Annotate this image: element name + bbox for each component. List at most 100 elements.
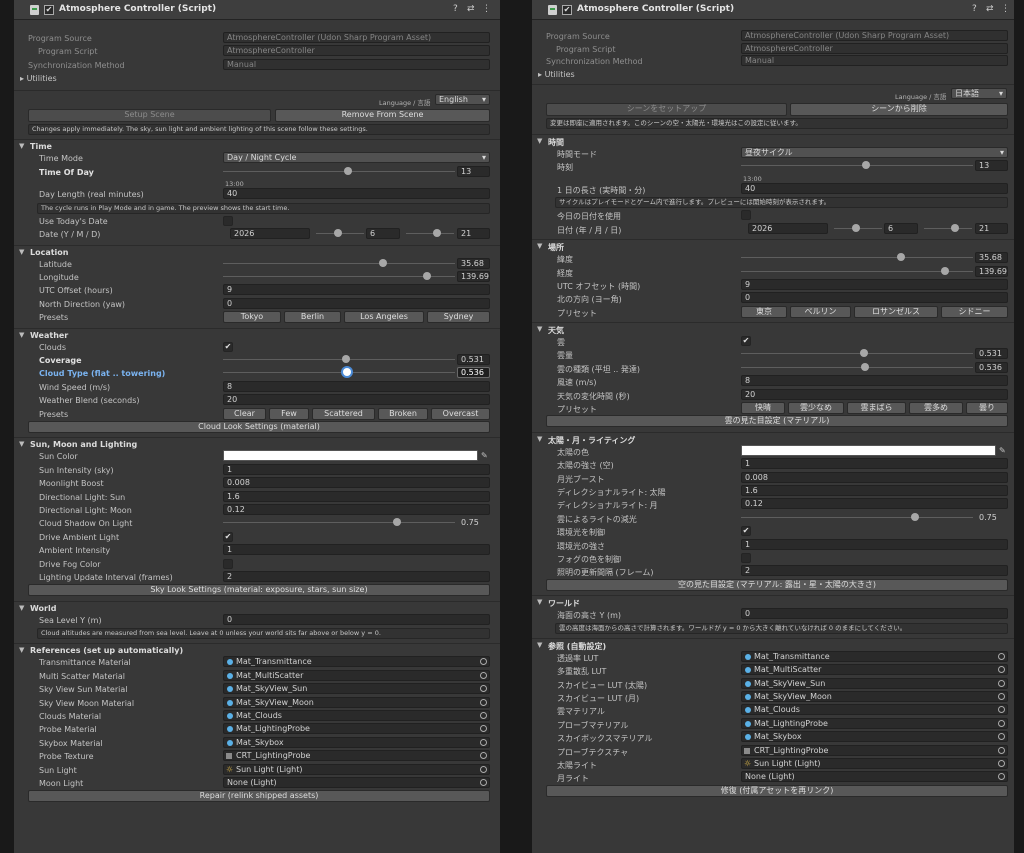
cloud-type-value[interactable]: 0.536 xyxy=(975,361,1008,373)
sky-look-settings-button[interactable]: 空の見た目設定 (マテリアル: 露出・星・太陽の大きさ) xyxy=(546,578,1008,591)
sun-light-field[interactable]: ☼ Sun Light (Light) xyxy=(741,758,1008,770)
day-slider[interactable] xyxy=(406,228,454,239)
update-interval-field[interactable]: 2 xyxy=(223,570,490,582)
probe-texture-field[interactable]: CRT_LightingProbe xyxy=(223,750,490,762)
location-section-header[interactable]: ▼ 場所 xyxy=(532,239,1014,252)
time-of-day-value[interactable]: 13 xyxy=(457,165,490,177)
day-slider[interactable] xyxy=(924,223,972,234)
help-icon[interactable]: ? xyxy=(972,4,977,14)
multiscatter-material-field[interactable]: Mat_MultiScatter xyxy=(223,669,490,681)
preset-broken-button[interactable]: Broken xyxy=(378,407,428,420)
preset-broken-button[interactable]: 雲多め xyxy=(909,402,963,415)
transmittance-material-field[interactable]: Mat_Transmittance xyxy=(223,656,490,668)
sun-color-swatch[interactable] xyxy=(741,444,996,456)
remove-from-scene-button[interactable]: シーンから削除 xyxy=(790,103,1008,117)
help-icon[interactable]: ? xyxy=(453,4,458,14)
object-picker-icon[interactable] xyxy=(998,733,1005,741)
object-picker-icon[interactable] xyxy=(998,719,1005,727)
time-mode-dropdown[interactable]: Day / Night Cycle xyxy=(223,152,490,164)
drive-ambient-checkbox[interactable]: ✔ xyxy=(223,531,233,542)
repair-button[interactable]: 修復 (付属アセットを再リンク) xyxy=(546,784,1008,797)
object-picker-icon[interactable] xyxy=(998,706,1005,714)
preset-tokyo-button[interactable]: Tokyo xyxy=(223,311,281,324)
coverage-slider[interactable] xyxy=(223,354,455,365)
latitude-value[interactable]: 35.68 xyxy=(457,257,490,269)
utilities-foldout[interactable]: ▸ Utilities xyxy=(20,74,57,83)
language-dropdown[interactable]: 日本語 xyxy=(951,88,1007,99)
north-direction-field[interactable]: 0 xyxy=(223,297,490,309)
preset-clear-button[interactable]: Clear xyxy=(223,407,266,420)
utilities-foldout[interactable]: ▸ Utilities xyxy=(538,70,575,79)
moon-light-field[interactable]: None (Light) xyxy=(741,771,1008,783)
moonlight-boost-field[interactable]: 0.008 xyxy=(223,477,490,489)
dl-sun-field[interactable]: 1.6 xyxy=(741,484,1008,496)
latitude-slider[interactable] xyxy=(223,258,455,269)
object-picker-icon[interactable] xyxy=(998,679,1005,687)
drive-fog-checkbox[interactable] xyxy=(223,558,233,569)
dl-moon-field[interactable]: 0.12 xyxy=(223,503,490,515)
preset-clear-button[interactable]: 快晴 xyxy=(741,402,785,415)
latitude-slider[interactable] xyxy=(741,252,973,263)
component-header[interactable]: ✔ Atmosphere Controller (Script) ? ⇄ ⋮ xyxy=(14,0,500,20)
preset-sydney-button[interactable]: Sydney xyxy=(427,311,490,324)
repair-button[interactable]: Repair (relink shipped assets) xyxy=(28,790,490,803)
day-field[interactable]: 21 xyxy=(975,222,1008,234)
preset-icon[interactable]: ⇄ xyxy=(467,4,475,14)
utc-offset-field[interactable]: 9 xyxy=(741,278,1008,290)
time-of-day-slider[interactable] xyxy=(223,166,455,177)
clouds-material-field[interactable]: Mat_Clouds xyxy=(741,704,1008,716)
cloud-type-slider[interactable] xyxy=(223,367,455,378)
object-picker-icon[interactable] xyxy=(998,760,1005,768)
ambient-intensity-field[interactable]: 1 xyxy=(223,544,490,556)
eyedropper-icon[interactable]: ✎ xyxy=(481,451,488,460)
dl-sun-field[interactable]: 1.6 xyxy=(223,490,490,502)
preset-berlin-button[interactable]: ベルリン xyxy=(790,305,851,318)
world-section-header[interactable]: ▼ ワールド xyxy=(532,595,1014,608)
object-picker-icon[interactable] xyxy=(480,765,487,773)
longitude-value[interactable]: 139.69 xyxy=(975,265,1008,277)
moon-light-field[interactable]: None (Light) xyxy=(223,776,490,788)
object-picker-icon[interactable] xyxy=(998,666,1005,674)
cloud-type-value[interactable]: 0.536 xyxy=(457,367,490,379)
skybox-material-field[interactable]: Mat_Skybox xyxy=(741,731,1008,743)
object-picker-icon[interactable] xyxy=(480,671,487,679)
clouds-checkbox[interactable]: ✔ xyxy=(741,336,751,347)
skyview-moon-material-field[interactable]: Mat_SkyView_Moon xyxy=(223,696,490,708)
cloud-shadow-slider[interactable] xyxy=(741,512,973,523)
eyedropper-icon[interactable]: ✎ xyxy=(999,446,1006,455)
weather-section-header[interactable]: ▼ Weather xyxy=(14,327,500,341)
weather-section-header[interactable]: ▼ 天気 xyxy=(532,322,1014,335)
preset-few-button[interactable]: Few xyxy=(269,407,309,420)
sun-light-field[interactable]: ☼ Sun Light (Light) xyxy=(223,763,490,775)
month-field[interactable]: 6 xyxy=(884,222,918,234)
use-today-checkbox[interactable] xyxy=(223,215,233,226)
program-script-field[interactable]: AtmosphereController xyxy=(741,42,1008,54)
probe-material-field[interactable]: Mat_LightingProbe xyxy=(741,717,1008,729)
wind-speed-field[interactable]: 8 xyxy=(741,375,1008,387)
program-source-field[interactable]: AtmosphereController (Udon Sharp Program… xyxy=(741,30,1008,41)
north-direction-field[interactable]: 0 xyxy=(741,292,1008,304)
references-section-header[interactable]: ▼ References (set up automatically) xyxy=(14,643,500,656)
dl-moon-field[interactable]: 0.12 xyxy=(741,498,1008,510)
cloud-look-settings-button[interactable]: Cloud Look Settings (material) xyxy=(28,420,490,433)
cloud-shadow-slider[interactable] xyxy=(223,517,455,528)
object-picker-icon[interactable] xyxy=(998,746,1005,754)
object-picker-icon[interactable] xyxy=(480,778,487,786)
enabled-checkbox[interactable]: ✔ xyxy=(44,5,54,15)
program-script-field[interactable]: AtmosphereController xyxy=(223,45,490,57)
time-mode-dropdown[interactable]: 昼夜サイクル xyxy=(741,146,1008,158)
coverage-slider[interactable] xyxy=(741,348,973,359)
setup-scene-button[interactable]: シーンをセットアップ xyxy=(546,103,787,117)
preset-overcast-button[interactable]: Overcast xyxy=(431,407,490,420)
object-picker-icon[interactable] xyxy=(480,658,487,666)
day-length-field[interactable]: 40 xyxy=(741,182,1008,194)
transmittance-material-field[interactable]: Mat_Transmittance xyxy=(741,650,1008,662)
coverage-value[interactable]: 0.531 xyxy=(975,348,1008,360)
year-field[interactable]: 2026 xyxy=(748,222,828,234)
sun-intensity-field[interactable]: 1 xyxy=(223,463,490,475)
object-picker-icon[interactable] xyxy=(480,712,487,720)
day-length-field[interactable]: 40 xyxy=(223,188,490,200)
language-dropdown[interactable]: English xyxy=(435,93,490,105)
day-field[interactable]: 21 xyxy=(457,228,490,240)
object-picker-icon[interactable] xyxy=(480,738,487,746)
